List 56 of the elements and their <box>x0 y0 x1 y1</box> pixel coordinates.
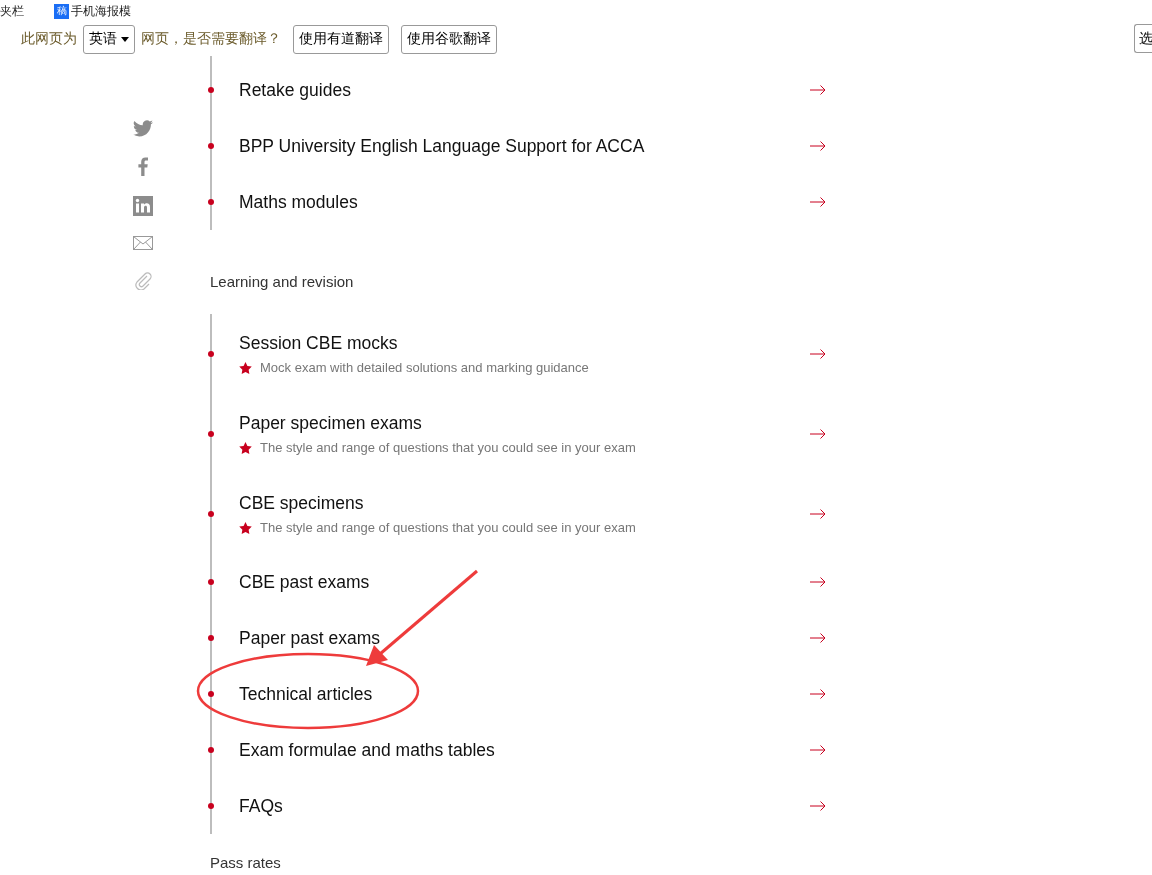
bookmark-item[interactable]: 夹栏 <box>0 2 24 20</box>
resource-description: Mock exam with detailed solutions and marking guidance <box>260 360 589 375</box>
section-heading: Pass rates <box>210 854 282 872</box>
translate-prompt: 网页，是否需要翻译？ <box>141 30 281 48</box>
resource-link[interactable]: Retake guides <box>239 79 351 100</box>
linkedin-icon[interactable] <box>133 196 153 216</box>
timeline-dot <box>208 199 214 205</box>
timeline-dot <box>208 691 214 697</box>
resource-link[interactable]: Session CBE mocks <box>239 333 398 353</box>
arrow-icon[interactable] <box>810 197 826 207</box>
arrow-icon[interactable] <box>810 689 826 699</box>
timeline-dot <box>208 803 214 809</box>
star-icon <box>239 441 252 454</box>
bookmark-item[interactable]: 手机海报模 <box>71 2 131 20</box>
arrow-icon[interactable] <box>810 509 826 519</box>
timeline-dot <box>208 351 214 357</box>
arrow-icon[interactable] <box>810 745 826 755</box>
arrow-icon[interactable] <box>810 801 826 811</box>
bookmark-icon: 稿 <box>54 3 69 19</box>
timeline-dot <box>208 143 214 149</box>
arrow-icon[interactable] <box>810 85 826 95</box>
caret-icon <box>121 36 129 42</box>
star-icon <box>239 521 252 534</box>
mail-icon[interactable] <box>133 236 153 250</box>
resource-link[interactable]: CBE past exams <box>239 571 370 592</box>
arrow-icon[interactable] <box>810 349 826 359</box>
resource-link[interactable]: Paper past exams <box>239 627 381 648</box>
star-icon <box>239 361 252 374</box>
resource-description: The style and range of questions that you could see in your exam <box>260 440 636 455</box>
timeline-dot <box>208 431 214 437</box>
resource-link[interactable]: CBE specimens <box>239 493 364 513</box>
translate-button[interactable]: 使用有道翻译 <box>293 24 389 54</box>
facebook-icon[interactable] <box>138 157 148 176</box>
resource-link[interactable]: Paper specimen exams <box>239 413 422 433</box>
language-dropdown[interactable]: 英语 <box>83 24 135 54</box>
timeline-dot <box>208 511 214 517</box>
resource-link[interactable]: Maths modules <box>239 191 358 212</box>
timeline-dot <box>208 579 214 585</box>
paperclip-icon[interactable] <box>133 270 153 290</box>
arrow-icon[interactable] <box>810 633 826 643</box>
options-button[interactable]: 选 <box>1134 24 1152 53</box>
timeline-dot <box>208 635 214 641</box>
translate-button[interactable]: 使用谷歌翻译 <box>401 24 497 54</box>
section-heading: Learning and revision <box>210 273 355 290</box>
arrow-icon[interactable] <box>810 141 826 151</box>
timeline-dot <box>208 87 214 93</box>
arrow-icon[interactable] <box>810 429 826 439</box>
resource-link[interactable]: FAQs <box>239 795 283 816</box>
twitter-icon[interactable] <box>133 120 153 137</box>
resource-link[interactable]: BPP University English Language Support for ACCA <box>239 135 645 156</box>
resource-link[interactable]: Technical articles <box>239 683 373 704</box>
translate-prompt: 此网页为 <box>21 30 77 48</box>
arrow-icon[interactable] <box>810 577 826 587</box>
resource-link[interactable]: Exam formulae and maths tables <box>239 739 495 760</box>
resource-description: The style and range of questions that you could see in your exam <box>260 520 636 535</box>
timeline-dot <box>208 747 214 753</box>
